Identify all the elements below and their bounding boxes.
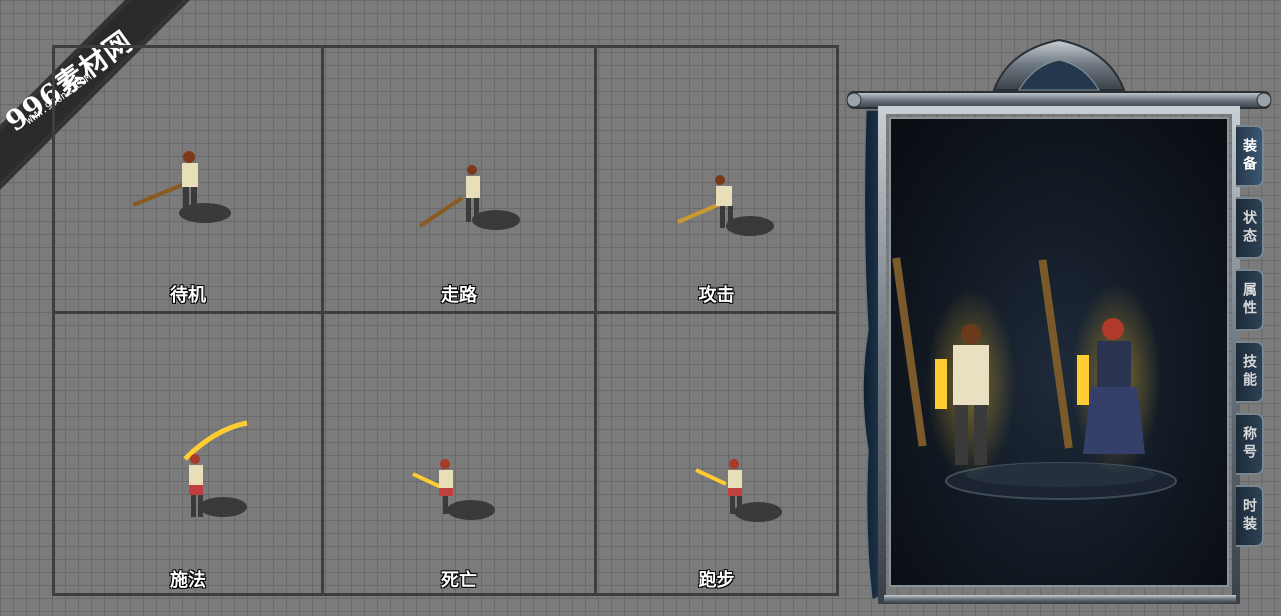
character-preview <box>892 257 1177 500</box>
action-cell-cast[interactable]: 施法 <box>55 314 321 596</box>
tab-status-label: 状态 <box>1241 210 1257 246</box>
action-cell-idle[interactable]: 待机 <box>55 48 321 311</box>
tab-status[interactable]: 状态 <box>1236 197 1264 259</box>
tab-attributes[interactable]: 属性 <box>1236 269 1264 331</box>
action-grid: 待机 走路 攻击 施法 死亡 跑步 <box>52 45 839 596</box>
action-label-attack: 攻击 <box>698 285 735 306</box>
action-label-death: 死亡 <box>441 570 477 591</box>
death-sprite <box>412 459 495 520</box>
cast-sprite <box>183 420 248 517</box>
panel-side-tabs: 装备 状态 属性 技能 称号 时装 <box>1236 125 1266 557</box>
attack-sprite <box>677 175 774 236</box>
female-character-model <box>1038 259 1161 474</box>
action-label-run: 跑步 <box>698 570 735 591</box>
character-panel: 装备 状态 属性 技能 称号 时装 <box>844 30 1274 605</box>
action-label-walk: 走路 <box>441 285 477 306</box>
tab-equipment-label: 装备 <box>1241 138 1257 174</box>
tab-titles[interactable]: 称号 <box>1236 413 1264 475</box>
idle-sprite <box>132 151 231 223</box>
male-character-model <box>892 257 1016 479</box>
tab-attributes-label: 属性 <box>1241 282 1257 318</box>
tab-titles-label: 称号 <box>1241 426 1257 462</box>
tab-skills[interactable]: 技能 <box>1236 341 1264 403</box>
action-label-idle: 待机 <box>170 285 206 306</box>
action-cell-run[interactable]: 跑步 <box>597 314 836 596</box>
action-cell-attack[interactable]: 攻击 <box>597 48 836 311</box>
tab-equipment[interactable]: 装备 <box>1236 125 1264 187</box>
tab-skills-label: 技能 <box>1241 354 1257 390</box>
walk-sprite <box>418 165 520 230</box>
tab-fashion[interactable]: 时装 <box>1236 485 1264 547</box>
action-cell-death[interactable]: 死亡 <box>324 314 594 596</box>
tab-fashion-label: 时装 <box>1241 498 1257 534</box>
action-cell-walk[interactable]: 走路 <box>324 48 594 311</box>
run-sprite <box>695 459 782 522</box>
character-viewport <box>889 117 1229 587</box>
action-label-cast: 施法 <box>170 570 206 591</box>
